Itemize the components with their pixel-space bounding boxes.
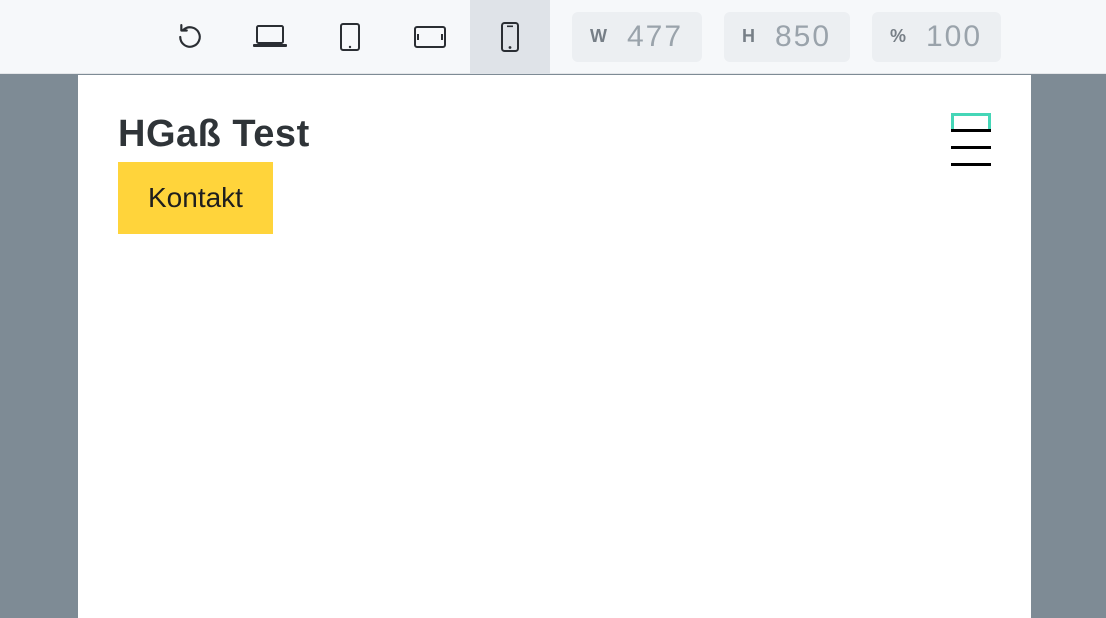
zoom-field[interactable]: % 100 xyxy=(872,12,1001,62)
site-header-left: HGaß Test Kontakt xyxy=(118,113,310,234)
width-field[interactable]: W 477 xyxy=(572,12,702,62)
laptop-icon xyxy=(252,23,288,51)
height-value: 850 xyxy=(774,20,832,54)
reload-icon xyxy=(177,24,203,50)
preview-canvas: HGaß Test Kontakt xyxy=(78,75,1031,618)
hamburger-bar-icon xyxy=(951,163,991,166)
site-header: HGaß Test Kontakt xyxy=(78,75,1031,234)
device-tablet-portrait-button[interactable] xyxy=(310,0,390,74)
menu-toggle-button[interactable] xyxy=(951,115,991,169)
device-tablet-landscape-button[interactable] xyxy=(390,0,470,74)
width-label: W xyxy=(590,26,608,47)
device-phone-button[interactable] xyxy=(470,0,550,74)
height-field[interactable]: H 850 xyxy=(724,12,850,62)
device-desktop-button[interactable] xyxy=(230,0,310,74)
responsive-preview-toolbar: W 477 H 850 % 100 xyxy=(0,0,1106,74)
menu-accent xyxy=(951,113,991,130)
width-value: 477 xyxy=(626,20,684,54)
smartphone-icon xyxy=(500,21,520,53)
site-title: HGaß Test xyxy=(118,113,310,156)
zoom-value: 100 xyxy=(925,20,983,54)
reload-button[interactable] xyxy=(150,0,230,74)
hamburger-bar-icon xyxy=(951,129,991,132)
preview-stage: HGaß Test Kontakt xyxy=(0,75,1106,618)
contact-button[interactable]: Kontakt xyxy=(118,162,273,234)
zoom-label: % xyxy=(890,26,907,47)
height-label: H xyxy=(742,26,756,47)
tablet-portrait-icon xyxy=(339,22,361,52)
hamburger-bar-icon xyxy=(951,146,991,149)
tablet-landscape-icon xyxy=(413,25,447,49)
